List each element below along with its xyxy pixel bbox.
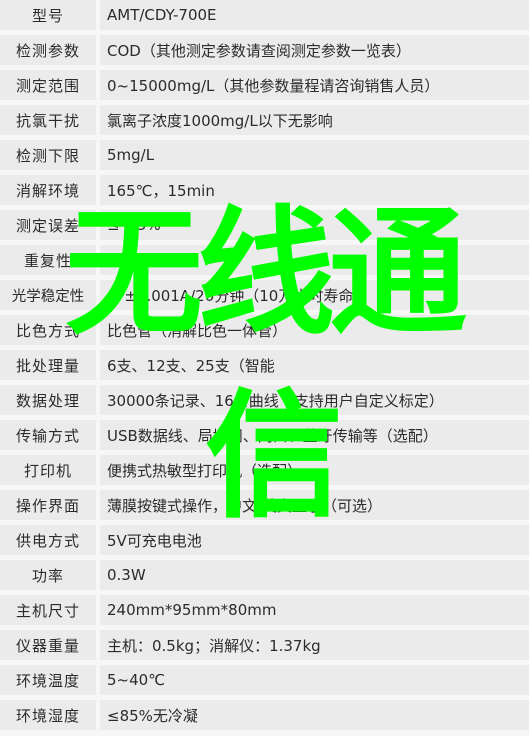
row-value: ≤ ±5% <box>100 210 529 240</box>
row-value: ≤85%无冷凝 <box>100 700 529 730</box>
row-value: 5mg/L <box>100 140 529 170</box>
row-label: 型号 <box>0 0 96 30</box>
row-value: 165℃，15min <box>100 175 529 205</box>
row-label: 消解环境 <box>0 175 96 205</box>
table-row: 仪器重量 主机：0.5kg；消解仪：1.37kg <box>0 630 529 660</box>
row-value: 薄膜按键式操作，中文/英文显示（可选） <box>100 490 529 520</box>
table-row: 环境温度 5~40℃ <box>0 665 529 695</box>
table-row: 型号 AMT/CDY-700E <box>0 0 529 30</box>
row-label: 传输方式 <box>0 420 96 450</box>
table-row: 环境湿度 ≤85%无冷凝 <box>0 700 529 730</box>
row-value: 240mm*95mm*80mm <box>100 595 529 625</box>
table-row: 检测下限 5mg/L <box>0 140 529 170</box>
table-row: 功率 0.3W <box>0 560 529 590</box>
table-row: 检测参数 COD（其他测定参数请查阅测定参数一览表） <box>0 35 529 65</box>
row-label: 供电方式 <box>0 525 96 555</box>
table-row: 重复性 ≤ ±5% <box>0 245 529 275</box>
table-row: 消解环境 165℃，15min <box>0 175 529 205</box>
row-label: 打印机 <box>0 455 96 485</box>
row-value: 0~15000mg/L（其他参数量程请咨询销售人员） <box>100 70 529 100</box>
row-value: USB数据线、局域网、网口、蓝牙传输等（选配） <box>100 420 529 450</box>
table-row: 批处理量 6支、12支、25支（智能 <box>0 350 529 380</box>
row-label: 比色方式 <box>0 315 96 345</box>
table-row: 打印机 便携式热敏型打印机（选配） <box>0 455 529 485</box>
row-value: 5V可充电电池 <box>100 525 529 555</box>
row-label: 数据处理 <box>0 385 96 415</box>
row-value: 主机：0.5kg；消解仪：1.37kg <box>100 630 529 660</box>
row-label: 检测参数 <box>0 35 96 65</box>
row-value: ≤ ±5% <box>100 245 529 275</box>
row-value: 0.3W <box>100 560 529 590</box>
table-row: 光学稳定性 ≤ ±0.001A/20分钟（10万小时寿命 <box>0 280 529 310</box>
table-row: 测定范围 0~15000mg/L（其他参数量程请咨询销售人员） <box>0 70 529 100</box>
row-value: 比色管（消解比色一体管） <box>100 315 529 345</box>
table-row: 测定误差 ≤ ±5% <box>0 210 529 240</box>
spec-table: 型号 AMT/CDY-700E 检测参数 COD（其他测定参数请查阅测定参数一览… <box>0 0 529 735</box>
row-value: AMT/CDY-700E <box>100 0 529 30</box>
row-value: 便携式热敏型打印机（选配） <box>100 455 529 485</box>
table-row: 抗氯干扰 氯离子浓度1000mg/L以下无影响 <box>0 105 529 135</box>
row-label: 功率 <box>0 560 96 590</box>
row-value: 6支、12支、25支（智能 <box>100 350 529 380</box>
row-label: 抗氯干扰 <box>0 105 96 135</box>
row-label: 测定范围 <box>0 70 96 100</box>
row-label: 操作界面 <box>0 490 96 520</box>
row-value: 5~40℃ <box>100 665 529 695</box>
row-label: 环境温度 <box>0 665 96 695</box>
row-label: 环境湿度 <box>0 700 96 730</box>
table-row: 供电方式 5V可充电电池 <box>0 525 529 555</box>
row-value: 氯离子浓度1000mg/L以下无影响 <box>100 105 529 135</box>
table-row: 比色方式 比色管（消解比色一体管） <box>0 315 529 345</box>
table-row: 数据处理 30000条记录、16条曲线（支持用户自定义标定） <box>0 385 529 415</box>
row-label: 检测下限 <box>0 140 96 170</box>
table-row: 主机尺寸 240mm*95mm*80mm <box>0 595 529 625</box>
row-value: 30000条记录、16条曲线（支持用户自定义标定） <box>100 385 529 415</box>
row-label: 仪器重量 <box>0 630 96 660</box>
row-label: 重复性 <box>0 245 96 275</box>
row-value: ≤ ±0.001A/20分钟（10万小时寿命 <box>100 280 529 310</box>
table-row: 操作界面 薄膜按键式操作，中文/英文显示（可选） <box>0 490 529 520</box>
row-label: 批处理量 <box>0 350 96 380</box>
table-row: 传输方式 USB数据线、局域网、网口、蓝牙传输等（选配） <box>0 420 529 450</box>
row-label: 测定误差 <box>0 210 96 240</box>
row-value: COD（其他测定参数请查阅测定参数一览表） <box>100 35 529 65</box>
row-label: 主机尺寸 <box>0 595 96 625</box>
row-label: 光学稳定性 <box>0 280 96 310</box>
